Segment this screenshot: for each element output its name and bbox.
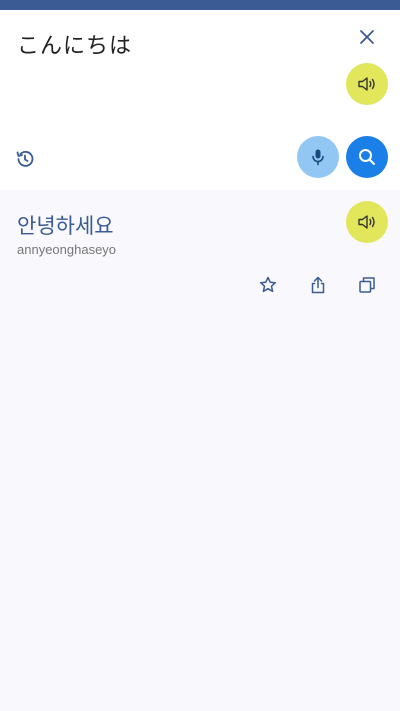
result-panel: 안녕하세요 annyeonghaseyo bbox=[0, 190, 400, 711]
speak-source-button[interactable] bbox=[346, 63, 388, 105]
status-bar bbox=[0, 0, 400, 10]
romanization-text: annyeonghaseyo bbox=[17, 242, 117, 257]
favorite-button[interactable] bbox=[255, 272, 281, 298]
history-button[interactable] bbox=[12, 146, 38, 172]
close-button[interactable] bbox=[354, 24, 380, 50]
speaker-icon bbox=[356, 73, 378, 95]
search-icon bbox=[357, 147, 377, 167]
translated-text: 안녕하세요 bbox=[17, 214, 114, 238]
share-icon bbox=[308, 275, 328, 295]
source-text[interactable]: こんにちは bbox=[17, 28, 132, 60]
history-icon bbox=[14, 148, 36, 170]
close-icon bbox=[359, 29, 375, 45]
copy-icon bbox=[357, 275, 377, 295]
star-icon bbox=[258, 275, 278, 295]
search-button[interactable] bbox=[346, 136, 388, 178]
microphone-button[interactable] bbox=[297, 136, 339, 178]
copy-button[interactable] bbox=[354, 272, 380, 298]
speaker-icon bbox=[356, 211, 378, 233]
microphone-icon bbox=[308, 147, 328, 167]
share-button[interactable] bbox=[305, 272, 331, 298]
speak-translation-button[interactable] bbox=[346, 201, 388, 243]
input-panel: こんにちは bbox=[0, 10, 400, 190]
